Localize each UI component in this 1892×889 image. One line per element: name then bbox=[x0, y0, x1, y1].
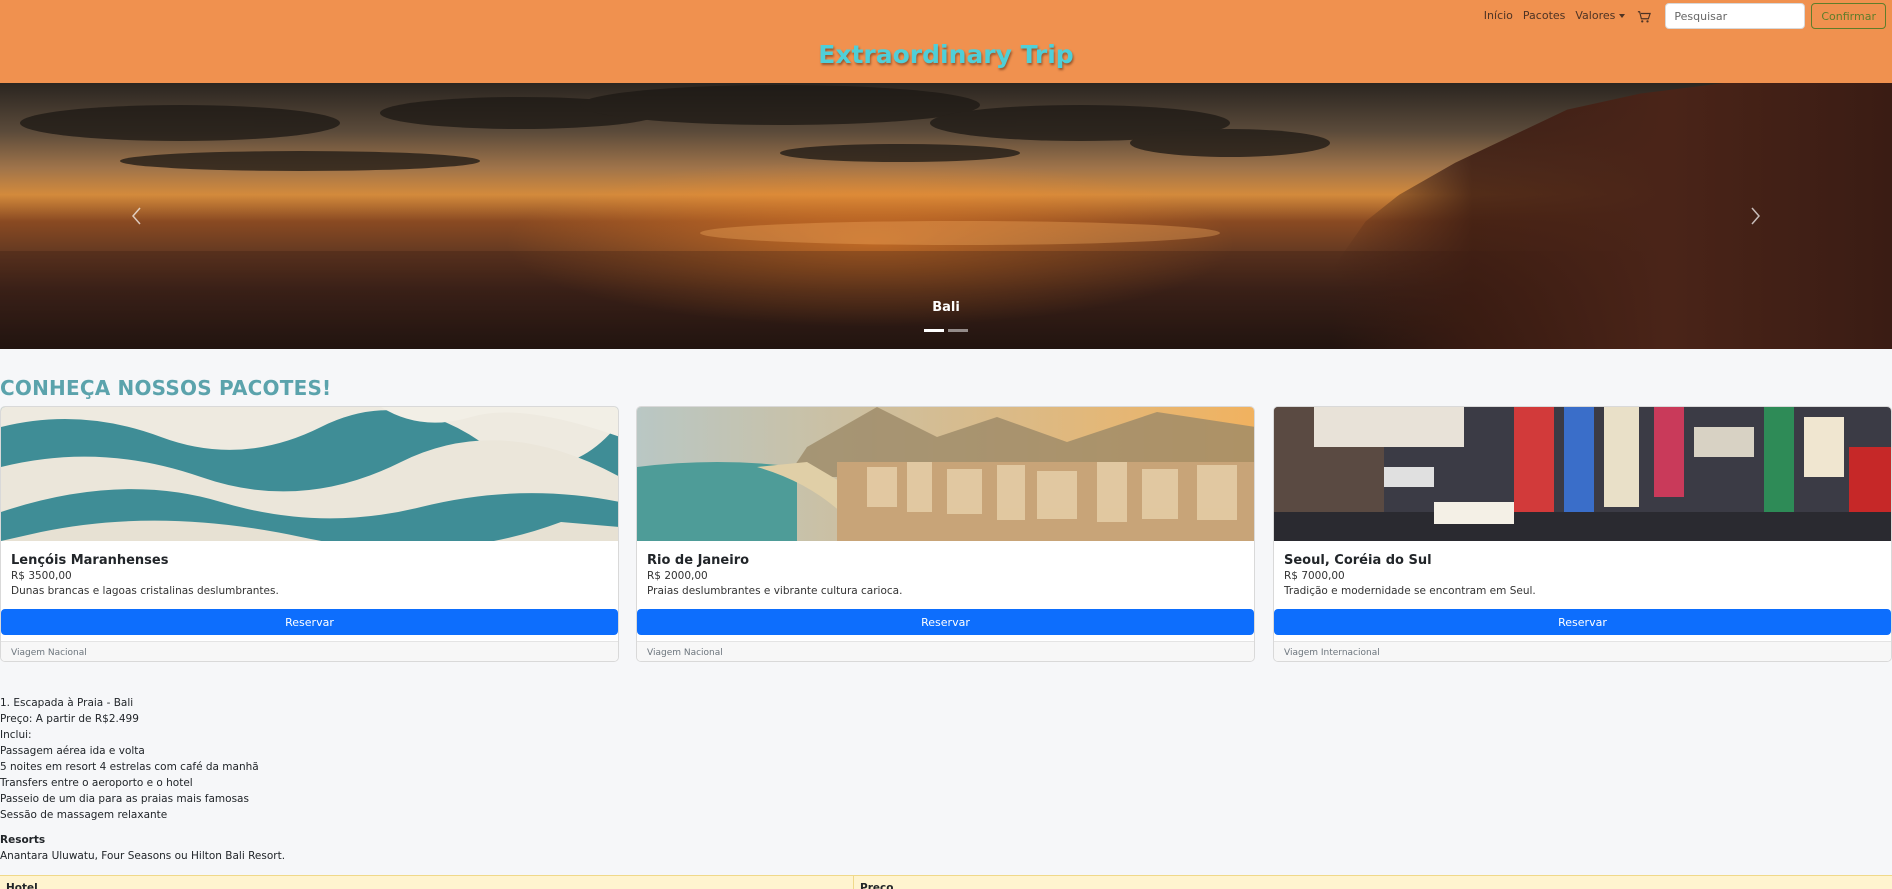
carousel-indicator-2[interactable] bbox=[948, 329, 968, 332]
card-title: Lençóis Maranhenses bbox=[11, 553, 169, 568]
package-details: 1. Escapada à Praia - Bali Preço: A part… bbox=[0, 695, 259, 823]
card-image-lencois bbox=[1, 407, 618, 541]
card-price: R$ 2000,00 bbox=[647, 570, 708, 582]
nav-link-pacotes[interactable]: Pacotes bbox=[1523, 4, 1565, 28]
caret-down-icon bbox=[1619, 14, 1626, 18]
chevron-left-icon bbox=[132, 207, 141, 225]
card-description: Tradição e modernidade se encontram em S… bbox=[1284, 585, 1536, 597]
package-card: Seoul, Coréia do Sul R$ 7000,00 Tradição… bbox=[1273, 406, 1892, 662]
reserve-button[interactable]: Reservar bbox=[637, 609, 1254, 635]
table-header-hotel: Hotel bbox=[0, 876, 854, 889]
nav-dropdown-label: Valores bbox=[1575, 9, 1616, 22]
package-include-item: Passeio de um dia para as praias mais fa… bbox=[0, 793, 249, 805]
card-description: Dunas brancas e lagoas cristalinas deslu… bbox=[11, 585, 279, 597]
package-include-item: Sessão de massagem relaxante bbox=[0, 809, 168, 821]
card-image-rio bbox=[637, 407, 1254, 541]
card-footer: Viagem Nacional bbox=[637, 641, 1254, 661]
card-image-seoul bbox=[1274, 407, 1891, 541]
package-includes-label: Inclui: bbox=[0, 729, 32, 741]
reserve-button[interactable]: Reservar bbox=[1, 609, 618, 635]
package-price: Preço: A partir de R$2.499 bbox=[0, 713, 139, 725]
package-title: 1. Escapada à Praia - Bali bbox=[0, 697, 134, 709]
card-footer: Viagem Internacional bbox=[1274, 641, 1891, 661]
hotel-table: Hotel Preço bbox=[0, 875, 1892, 889]
package-include-item: Transfers entre o aeroporto e o hotel bbox=[0, 777, 193, 789]
hero-carousel: Bali bbox=[0, 83, 1892, 349]
package-include-item: 5 noites em resort 4 estrelas com café d… bbox=[0, 761, 259, 773]
card-price: R$ 7000,00 bbox=[1284, 570, 1345, 582]
package-card: Lençóis Maranhenses R$ 3500,00 Dunas bra… bbox=[0, 406, 619, 662]
site-header: Início Pacotes Valores Confirmar Extraor… bbox=[0, 0, 1892, 83]
card-price: R$ 3500,00 bbox=[11, 570, 72, 582]
carousel-next-button[interactable] bbox=[1740, 201, 1770, 231]
carousel-prev-button[interactable] bbox=[122, 201, 152, 231]
confirm-button[interactable]: Confirmar bbox=[1811, 3, 1886, 29]
nav-dropdown-valores[interactable]: Valores bbox=[1575, 4, 1626, 28]
card-title: Seoul, Coréia do Sul bbox=[1284, 553, 1432, 568]
section-title: CONHEÇA NOSSOS PACOTES! bbox=[0, 376, 332, 400]
chevron-right-icon bbox=[1751, 207, 1760, 225]
navbar: Início Pacotes Valores Confirmar bbox=[1484, 3, 1886, 29]
brand-title: Extraordinary Trip bbox=[818, 40, 1074, 69]
carousel-caption: Bali bbox=[932, 300, 960, 315]
card-title: Rio de Janeiro bbox=[647, 553, 750, 568]
carousel-indicator-1[interactable] bbox=[924, 329, 944, 332]
search-input[interactable] bbox=[1665, 3, 1806, 29]
table-header-price: Preço bbox=[860, 882, 894, 889]
package-card: Rio de Janeiro R$ 2000,00 Praias deslumb… bbox=[636, 406, 1255, 662]
card-footer: Viagem Nacional bbox=[1, 641, 618, 661]
nav-link-inicio[interactable]: Início bbox=[1484, 4, 1513, 28]
resorts-heading: Resorts bbox=[0, 834, 46, 846]
package-include-item: Passagem aérea ida e volta bbox=[0, 745, 145, 757]
reserve-button[interactable]: Reservar bbox=[1274, 609, 1891, 635]
carousel-indicators bbox=[924, 329, 968, 332]
card-description: Praias deslumbrantes e vibrante cultura … bbox=[647, 585, 903, 597]
cart-icon[interactable] bbox=[1637, 9, 1652, 23]
resorts-text: Anantara Uluwatu, Four Seasons ou Hilton… bbox=[0, 850, 286, 862]
